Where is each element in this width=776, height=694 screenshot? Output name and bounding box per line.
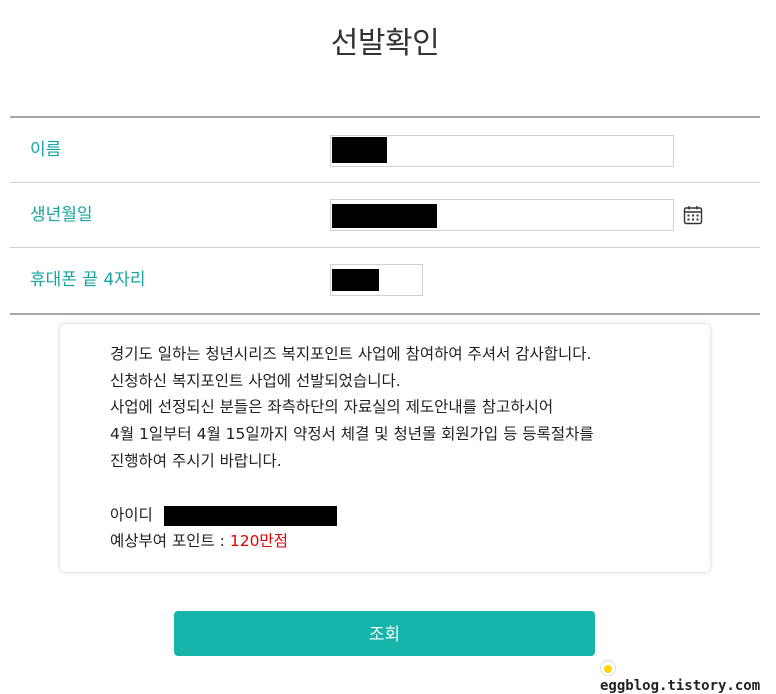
watermark: eggblog.tistory.com [600, 658, 776, 694]
notice-line: 신청하신 복지포인트 사업에 선발되었습니다. [110, 372, 401, 390]
form-row-name: 이름 [10, 118, 760, 183]
redacted-user-id [163, 505, 337, 526]
redacted-birthdate [332, 204, 437, 228]
egg-logo-icon [600, 660, 616, 676]
selection-notice: 경기도 일하는 청년시리즈 복지포인트 사업에 참여하여 주셔서 감사합니다. … [60, 324, 710, 572]
phone-label: 휴대폰 끝 4자리 [30, 270, 146, 290]
form-row-phone: 휴대폰 끝 4자리 [10, 248, 760, 315]
watermark-text: eggblog.tistory.com [600, 678, 761, 694]
expected-points-row: 예상부여 포인트 : 120만점 [110, 531, 288, 551]
points-value: 120만점 [229, 532, 288, 550]
lookup-button[interactable]: 조회 [174, 611, 595, 656]
notice-line: 4월 1일부터 4월 15일까지 약정서 체결 및 청년몰 회원가입 등 등록절… [110, 425, 594, 443]
redacted-phone [332, 269, 379, 291]
birthdate-input[interactable] [330, 199, 674, 231]
user-id-label: 아이디 [110, 506, 153, 524]
calendar-icon[interactable] [683, 205, 703, 225]
user-id-row: 아이디 [110, 505, 337, 526]
form-row-birthdate: 생년월일 [10, 183, 760, 248]
points-label: 예상부여 포인트 : [110, 532, 225, 550]
redacted-name [332, 137, 387, 163]
notice-line: 경기도 일하는 청년시리즈 복지포인트 사업에 참여하여 주셔서 감사합니다. [110, 345, 592, 363]
phone-last4-input[interactable] [330, 264, 423, 296]
page-title: 선발확인 [330, 26, 440, 61]
birthdate-label: 생년월일 [30, 205, 93, 225]
name-label: 이름 [30, 140, 62, 160]
notice-line: 사업에 선정되신 분들은 좌측하단의 자료실의 제도안내를 참고하시어 [110, 398, 554, 416]
name-input[interactable] [330, 135, 674, 167]
notice-line: 진행하여 주시기 바랍니다. [110, 452, 282, 470]
selection-check-form: 이름 생년월일 휴대폰 끝 4자리 [10, 116, 760, 315]
